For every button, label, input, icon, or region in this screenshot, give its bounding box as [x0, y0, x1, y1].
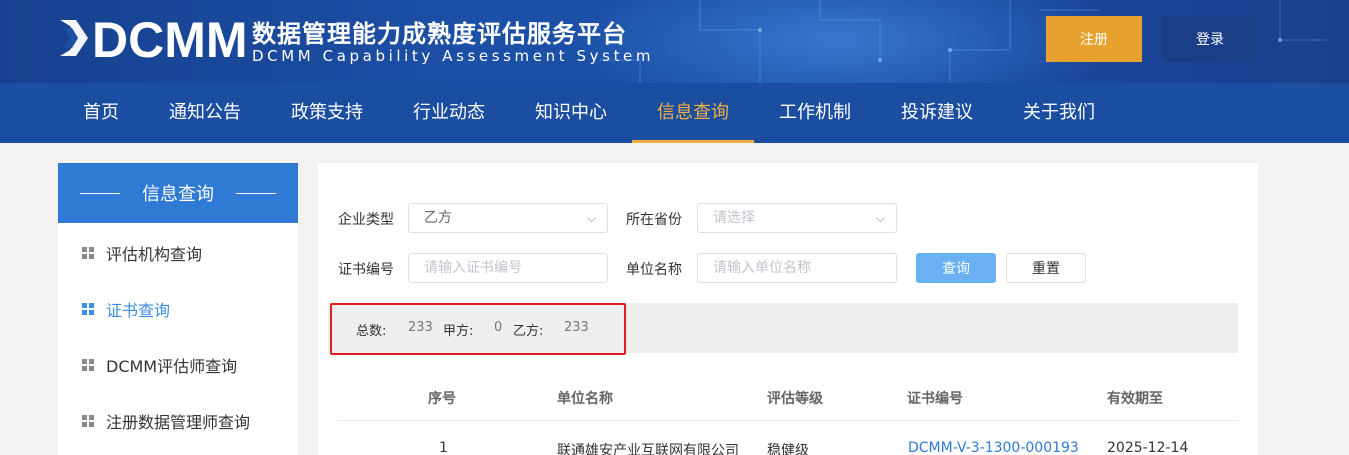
- unit-name-label: 单位名称: [626, 262, 682, 278]
- nav-item-industry[interactable]: 行业动态: [388, 83, 510, 143]
- site-title-cn: 数据管理能力成熟度评估服务平台: [252, 20, 627, 48]
- column-header-index: 序号: [428, 391, 456, 407]
- total-label: 总数:: [356, 324, 387, 339]
- nav-item-about[interactable]: 关于我们: [998, 83, 1120, 143]
- table-cell-unit: 联通雄安产业互联网有限公司: [557, 443, 739, 455]
- column-header-cert-no: 证书编号: [907, 391, 963, 407]
- logo-text: DCMM: [92, 14, 248, 62]
- sidebar-item-label: DCMM评估师查询: [106, 357, 238, 376]
- grid-icon: [82, 359, 94, 371]
- nav-item-policy[interactable]: 政策支持: [266, 83, 388, 143]
- table-cell-valid-until: 2025-12-14: [1107, 440, 1189, 455]
- main-panel: 企业类型 乙方 所在省份 请选择 证书编号 请输入证书编号 单位名称 请输入单位…: [318, 163, 1258, 455]
- chevron-down-icon: [875, 212, 886, 223]
- party-a-value: 0: [494, 320, 503, 335]
- divider: [80, 192, 120, 194]
- cert-no-label: 证书编号: [338, 262, 394, 278]
- site-header: DCMM 数据管理能力成熟度评估服务平台 DCMM Capability Ass…: [0, 0, 1349, 83]
- sidebar: 信息查询 评估机构查询 证书查询 DCMM评估师查询 注册数据管理师查询: [58, 163, 298, 455]
- site-logo[interactable]: DCMM: [58, 14, 248, 62]
- grid-icon: [82, 247, 94, 259]
- register-button[interactable]: 注册: [1046, 16, 1142, 62]
- table-cell-cert-no-link[interactable]: DCMM-V-3-1300-000193: [908, 440, 1079, 455]
- company-type-select[interactable]: 乙方: [408, 203, 608, 233]
- sidebar-item-label: 注册数据管理师查询: [106, 413, 251, 432]
- nav-item-mechanism[interactable]: 工作机制: [754, 83, 876, 143]
- sidebar-header: 信息查询: [58, 163, 298, 223]
- grid-icon: [82, 415, 94, 427]
- reset-button[interactable]: 重置: [1006, 253, 1086, 283]
- cert-no-placeholder: 请输入证书编号: [424, 260, 522, 276]
- nav-item-home[interactable]: 首页: [58, 83, 144, 143]
- nav-item-knowledge[interactable]: 知识中心: [510, 83, 632, 143]
- column-header-unit: 单位名称: [557, 391, 613, 407]
- chevron-down-icon: [586, 212, 597, 223]
- sidebar-item-label: 评估机构查询: [106, 245, 203, 264]
- sidebar-item-manager-query[interactable]: 注册数据管理师查询: [82, 409, 250, 433]
- site-title-en: DCMM Capability Assessment System: [252, 47, 655, 65]
- sidebar-item-assessor-query[interactable]: DCMM评估师查询: [82, 353, 237, 377]
- unit-name-input[interactable]: 请输入单位名称: [697, 253, 897, 283]
- party-b-label: 乙方:: [513, 324, 544, 339]
- column-header-valid-until: 有效期至: [1107, 391, 1163, 407]
- column-header-level: 评估等级: [767, 391, 823, 407]
- table-cell-index: 1: [439, 440, 448, 455]
- table-cell-level: 稳健级: [767, 443, 809, 455]
- nav-item-info-query[interactable]: 信息查询: [632, 83, 754, 143]
- sidebar-title: 信息查询: [142, 184, 214, 205]
- province-label: 所在省份: [626, 212, 682, 228]
- main-nav: 首页 通知公告 政策支持 行业动态 知识中心 信息查询 工作机制 投诉建议 关于…: [0, 83, 1349, 143]
- sidebar-item-label: 证书查询: [106, 301, 171, 320]
- grid-icon: [82, 303, 94, 315]
- divider: [338, 420, 1238, 421]
- total-value: 233: [408, 320, 433, 335]
- company-type-label: 企业类型: [338, 212, 394, 228]
- province-select[interactable]: 请选择: [697, 203, 897, 233]
- sidebar-item-agency-query[interactable]: 评估机构查询: [82, 241, 202, 265]
- nav-item-notices[interactable]: 通知公告: [144, 83, 266, 143]
- party-b-value: 233: [564, 320, 589, 335]
- dcmm-logo-icon: DCMM: [60, 14, 248, 62]
- nav-item-complaints[interactable]: 投诉建议: [876, 83, 998, 143]
- company-type-value: 乙方: [424, 210, 452, 226]
- login-button[interactable]: 登录: [1162, 16, 1258, 62]
- sidebar-item-cert-query[interactable]: 证书查询: [82, 297, 170, 321]
- party-a-label: 甲方:: [443, 324, 474, 339]
- query-button[interactable]: 查询: [916, 253, 996, 283]
- cert-no-input[interactable]: 请输入证书编号: [408, 253, 608, 283]
- unit-name-placeholder: 请输入单位名称: [713, 260, 811, 276]
- divider: [236, 192, 276, 194]
- province-placeholder: 请选择: [713, 210, 755, 226]
